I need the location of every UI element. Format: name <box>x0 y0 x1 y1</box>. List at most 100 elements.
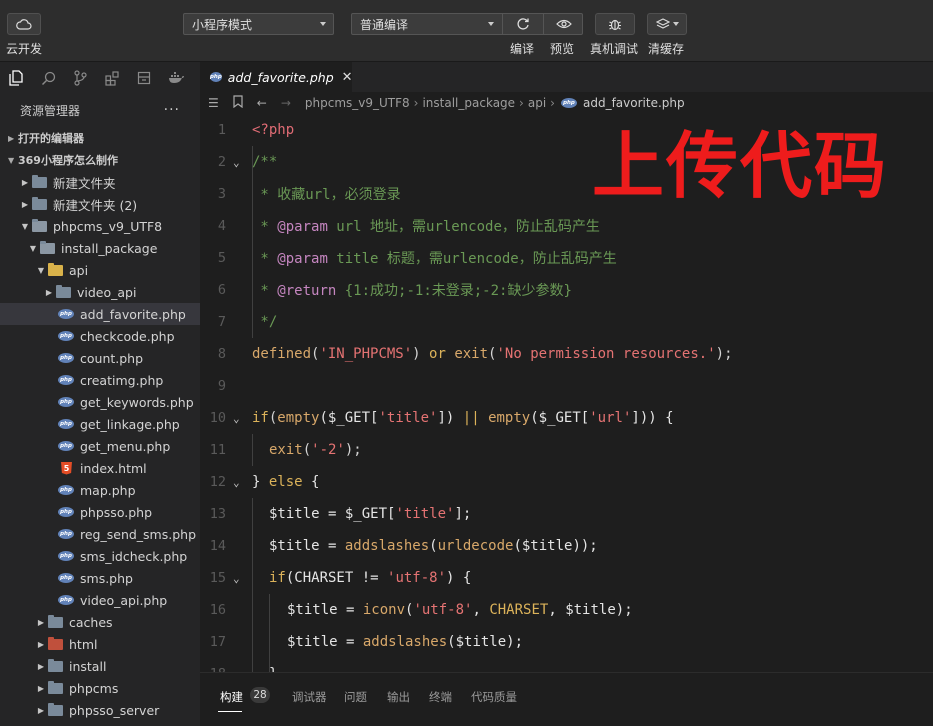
list-icon[interactable]: ☰ <box>208 96 219 110</box>
php-file-icon: php <box>58 353 74 363</box>
fold-chevron-icon[interactable]: ⌄ <box>233 412 240 425</box>
tree-file[interactable]: php creatimg.php <box>0 369 200 391</box>
editor-tab-active[interactable]: php add_favorite.php ✕ <box>200 62 353 92</box>
tree-file[interactable]: php phpsso.php <box>0 501 200 523</box>
php-file-icon: php <box>58 573 74 583</box>
tree-label: get_linkage.php <box>80 416 180 432</box>
tree-folder[interactable]: ▼ api <box>0 259 200 281</box>
tree-folder[interactable]: ▶ 新建文件夹 <box>0 171 200 193</box>
tree-file[interactable]: php get_keywords.php <box>0 391 200 413</box>
tree-label: phpcms_v9_UTF8 <box>53 218 163 234</box>
git-branch-icon <box>74 70 87 86</box>
tree-folder[interactable]: ▶ install <box>0 655 200 677</box>
tree-file-selected[interactable]: php add_favorite.php <box>0 303 200 325</box>
extensions-activity[interactable] <box>96 62 128 94</box>
line-number: 8 <box>217 346 226 362</box>
line-number: 1 <box>217 122 226 138</box>
panel-tab-code-quality[interactable]: 代码质量 <box>471 689 517 705</box>
tree-folder[interactable]: ▼ install_package <box>0 237 200 259</box>
open-editors-section[interactable]: ▶ 打开的编辑器 <box>0 127 200 149</box>
bookmark-icon[interactable] <box>233 95 243 111</box>
tree-label: phpcms <box>69 680 119 696</box>
explorer-activity[interactable] <box>0 62 32 94</box>
arrow-right-icon[interactable]: → <box>281 96 291 110</box>
tree-file[interactable]: php get_menu.php <box>0 435 200 457</box>
remote-debug-button[interactable] <box>595 13 635 35</box>
tree-label: creatimg.php <box>80 372 164 388</box>
tree-file[interactable]: php get_linkage.php <box>0 413 200 435</box>
docker-whale-icon <box>168 72 184 83</box>
clear-cache-button[interactable] <box>647 13 687 35</box>
chevron-right-icon: ▶ <box>37 639 45 649</box>
close-icon[interactable]: ✕ <box>342 70 353 85</box>
breadcrumb: ☰ ← → phpcms_v9_UTF8 › install_package ›… <box>200 92 933 114</box>
fold-chevron-icon[interactable]: ⌄ <box>233 476 240 489</box>
cloud-button[interactable] <box>7 13 41 35</box>
tree-folder[interactable]: ▶ 新建文件夹 (2) <box>0 193 200 215</box>
compile-select[interactable]: 普通编译 <box>352 14 502 34</box>
storage-activity[interactable] <box>128 62 160 94</box>
panel-tab-terminal[interactable]: 终端 <box>429 689 452 705</box>
compile-button[interactable] <box>503 14 543 34</box>
chevron-right-icon: ▶ <box>37 705 45 715</box>
tree-label: map.php <box>80 482 136 498</box>
code-line: 16 $title = iconv('utf-8', CHARSET, $tit… <box>200 594 933 626</box>
line-number: 13 <box>209 506 226 522</box>
breadcrumb-item[interactable]: phpcms_v9_UTF8 <box>305 96 410 110</box>
code-line: 8 defined('IN_PHPCMS') or exit('No permi… <box>200 338 933 370</box>
folder-icon <box>48 614 63 628</box>
line-number: 12 <box>209 474 226 490</box>
line-number: 15 <box>209 570 226 586</box>
docker-activity[interactable] <box>160 62 192 94</box>
chevron-right-icon: ▶ <box>37 617 45 627</box>
php-file-icon: php <box>58 375 74 385</box>
panel-tab-build[interactable]: 构建 <box>220 689 243 705</box>
tree-file[interactable]: php sms.php <box>0 567 200 589</box>
search-activity[interactable] <box>32 62 64 94</box>
panel-tab-problems[interactable]: 问题 <box>344 689 367 705</box>
tree-folder[interactable]: ▼ phpcms_v9_UTF8 <box>0 215 200 237</box>
fold-chevron-icon[interactable]: ⌄ <box>233 156 240 169</box>
arrow-left-icon[interactable]: ← <box>257 96 267 110</box>
mode-select[interactable]: 小程序模式 <box>183 13 334 35</box>
tree-file[interactable]: php map.php <box>0 479 200 501</box>
breadcrumb-item[interactable]: api <box>528 96 546 110</box>
tree-label: 新建文件夹 (2) <box>53 197 138 213</box>
tree-file[interactable]: php video_api.php <box>0 589 200 611</box>
tree-label: api <box>69 262 89 278</box>
tree-file[interactable]: php sms_idcheck.php <box>0 545 200 567</box>
source-control-activity[interactable] <box>64 62 96 94</box>
tree-folder[interactable]: ▶ html <box>0 633 200 655</box>
breadcrumb-item[interactable]: install_package <box>422 96 515 110</box>
panel-tab-debugger[interactable]: 调试器 <box>292 689 327 705</box>
tree-label: sms_idcheck.php <box>80 548 188 564</box>
tree-label: add_favorite.php <box>80 306 186 322</box>
tree-label: 新建文件夹 <box>53 175 116 191</box>
project-section[interactable]: ▼ 369小程序怎么制作 <box>0 149 200 171</box>
tree-folder[interactable]: ▶ caches <box>0 611 200 633</box>
php-file-icon: php <box>58 419 74 429</box>
tree-folder[interactable]: ▶ video_api <box>0 281 200 303</box>
chevron-down-icon: ▼ <box>37 265 45 275</box>
tree-file[interactable]: php checkcode.php <box>0 325 200 347</box>
panel-tab-output[interactable]: 输出 <box>387 689 410 705</box>
tree-label: phpsso_server <box>69 702 160 718</box>
breadcrumb-item[interactable]: add_favorite.php <box>583 96 685 110</box>
tree-file[interactable]: php count.php <box>0 347 200 369</box>
tree-file[interactable]: 5 index.html <box>0 457 200 479</box>
database-icon <box>137 71 151 85</box>
tree-label: install <box>69 658 107 674</box>
tree-file[interactable]: php reg_send_sms.php <box>0 523 200 545</box>
preview-button[interactable] <box>544 14 584 34</box>
tree-folder[interactable]: ▶ phpsso_server <box>0 699 200 721</box>
tree-label: reg_send_sms.php <box>80 526 197 542</box>
folder-open-icon <box>32 218 47 232</box>
tree-label: checkcode.php <box>80 328 175 344</box>
chevron-down-icon: ▼ <box>29 243 37 253</box>
chevron-right-icon: ▶ <box>21 199 29 209</box>
folder-open-icon <box>48 262 63 276</box>
fold-chevron-icon[interactable]: ⌄ <box>233 572 240 585</box>
tree-folder[interactable]: ▶ phpcms <box>0 677 200 699</box>
php-file-icon: php <box>58 551 74 561</box>
more-actions-icon[interactable]: ··· <box>164 102 180 118</box>
